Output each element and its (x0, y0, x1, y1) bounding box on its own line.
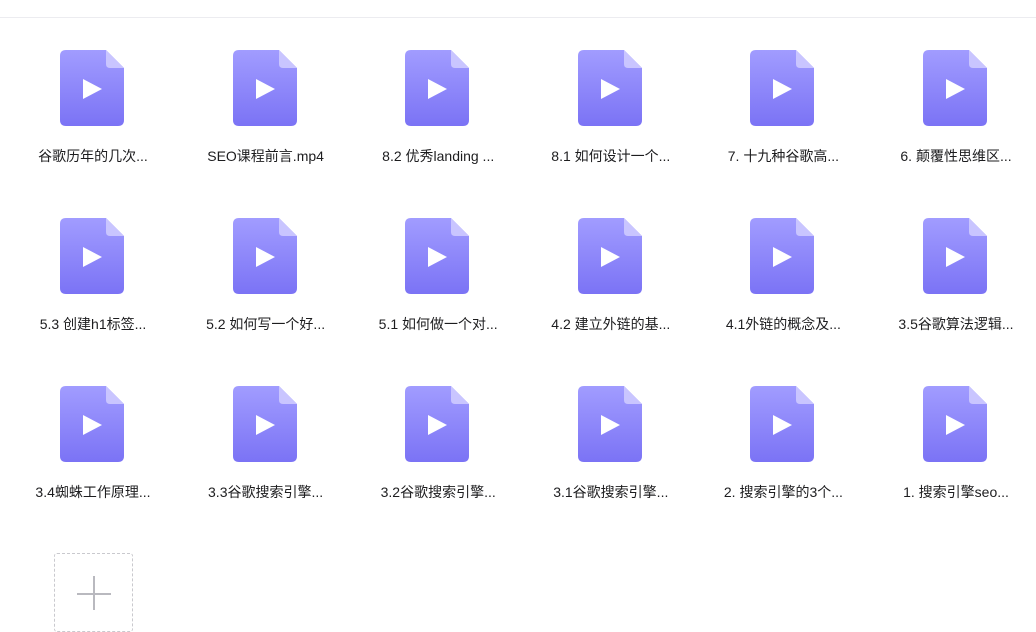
file-name: 3.5谷歌算法逻辑... (898, 316, 1014, 332)
file-name: 4.1外链的概念及... (725, 316, 841, 332)
file-name: 1. 搜索引擎seo... (903, 484, 1009, 500)
file-name: 3.4蜘蛛工作原理... (35, 484, 151, 500)
file-item[interactable]: 7. 十九种谷歌高... (708, 17, 858, 167)
video-file-icon (405, 218, 470, 294)
video-file-icon (405, 386, 470, 462)
file-item[interactable]: 2. 搜索引擎的3个... (708, 353, 858, 503)
file-item[interactable]: 3.1谷歌搜索引擎... (536, 353, 686, 503)
file-item[interactable]: 谷歌历年的几次... (18, 17, 168, 167)
file-name: 8.1 如何设计一个... (551, 148, 671, 164)
video-file-icon (750, 218, 815, 294)
file-name: 3.2谷歌搜索引擎... (380, 484, 496, 500)
file-name: 3.3谷歌搜索引擎... (208, 484, 324, 500)
video-file-icon (577, 218, 642, 294)
file-name: 7. 十九种谷歌高... (727, 148, 839, 164)
file-name: SEO课程前言.mp4 (207, 148, 324, 164)
video-file-icon (750, 50, 815, 126)
file-name: 4.2 建立外链的基... (551, 316, 671, 332)
plus-icon-vertical (93, 576, 95, 610)
file-name: 谷歌历年的几次... (38, 148, 148, 164)
video-file-icon (577, 386, 642, 462)
file-item[interactable]: 5.1 如何做一个对... (363, 185, 513, 335)
file-item[interactable]: 5.3 创建h1标签... (18, 185, 168, 335)
file-name: 5.1 如何做一个对... (378, 316, 498, 332)
video-file-icon (60, 50, 124, 126)
video-file-icon (923, 386, 987, 462)
video-file-icon (232, 218, 297, 294)
file-item[interactable]: 4.2 建立外链的基... (536, 185, 686, 335)
file-name: 8.2 优秀landing ... (382, 148, 495, 164)
video-file-icon (60, 386, 124, 462)
file-name: 6. 颠覆性思维区... (900, 148, 1012, 164)
file-name: 3.1谷歌搜索引擎... (553, 484, 669, 500)
file-item[interactable]: 8.1 如何设计一个... (536, 17, 686, 167)
file-grid: 谷歌历年的几次... SEO课程前言.mp4 8.2 优秀landing ... 8.… (0, 0, 1036, 617)
file-item[interactable]: 8.2 优秀landing ... (363, 17, 513, 167)
file-item[interactable]: 1. 搜索引擎seo... (881, 353, 1031, 503)
file-item[interactable]: 3.3谷歌搜索引擎... (191, 353, 341, 503)
video-file-icon (60, 218, 124, 294)
file-name: 5.3 创建h1标签... (39, 316, 147, 332)
video-file-icon (750, 386, 815, 462)
video-file-icon (232, 50, 297, 126)
file-item[interactable]: 6. 颠覆性思维区... (881, 17, 1031, 167)
file-item[interactable]: 3.2谷歌搜索引擎... (363, 353, 513, 503)
file-name: 2. 搜索引擎的3个... (723, 484, 843, 500)
file-item[interactable]: 5.2 如何写一个好... (191, 185, 341, 335)
video-file-icon (923, 50, 987, 126)
file-item[interactable]: 3.4蜘蛛工作原理... (18, 353, 168, 503)
add-file-button[interactable] (54, 553, 133, 632)
video-file-icon (577, 50, 642, 126)
file-name: 5.2 如何写一个好... (206, 316, 326, 332)
video-file-icon (232, 386, 297, 462)
file-item[interactable]: 4.1外链的概念及... (708, 185, 858, 335)
file-item[interactable]: SEO课程前言.mp4 (191, 17, 341, 167)
video-file-icon (923, 218, 987, 294)
file-item[interactable]: 3.5谷歌算法逻辑... (881, 185, 1031, 335)
video-file-icon (405, 50, 470, 126)
